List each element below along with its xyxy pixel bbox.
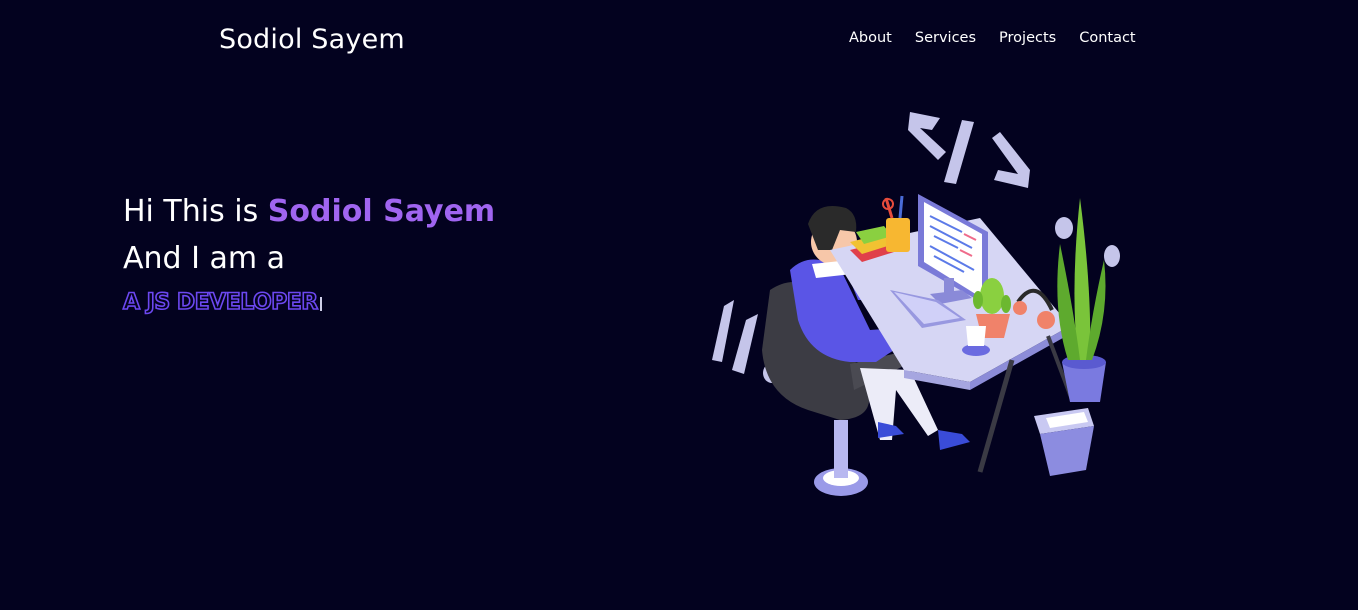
site-logo[interactable]: Sodiol Sayem bbox=[219, 24, 405, 55]
developer-at-desk-illustration bbox=[700, 100, 1150, 510]
hero-intro: Hi This is Sodiol Sayem And I am a A JS … bbox=[122, 188, 495, 316]
potted-plant bbox=[1055, 198, 1120, 402]
nav-contact[interactable]: Contact bbox=[1079, 30, 1135, 46]
code-brackets-icon bbox=[908, 112, 1030, 188]
hero-greeting: Hi This is bbox=[123, 194, 268, 229]
nav-projects[interactable]: Projects bbox=[999, 30, 1056, 46]
hero-role-line: A JS DEVELOPER bbox=[122, 282, 495, 316]
nav-services[interactable]: Services bbox=[915, 30, 976, 46]
pencil-cup bbox=[882, 195, 910, 252]
hero-name: Sodiol Sayem bbox=[267, 194, 496, 229]
hero-role: A JS DEVELOPER bbox=[122, 289, 319, 316]
hero-greeting-line: Hi This is Sodiol Sayem bbox=[123, 188, 495, 235]
trash-bin bbox=[1034, 408, 1094, 476]
typing-cursor bbox=[319, 297, 322, 311]
nav-about[interactable]: About bbox=[849, 30, 892, 46]
main-nav: About Services Projects Contact bbox=[849, 30, 1136, 46]
hero-subtitle: And I am a bbox=[123, 241, 286, 276]
